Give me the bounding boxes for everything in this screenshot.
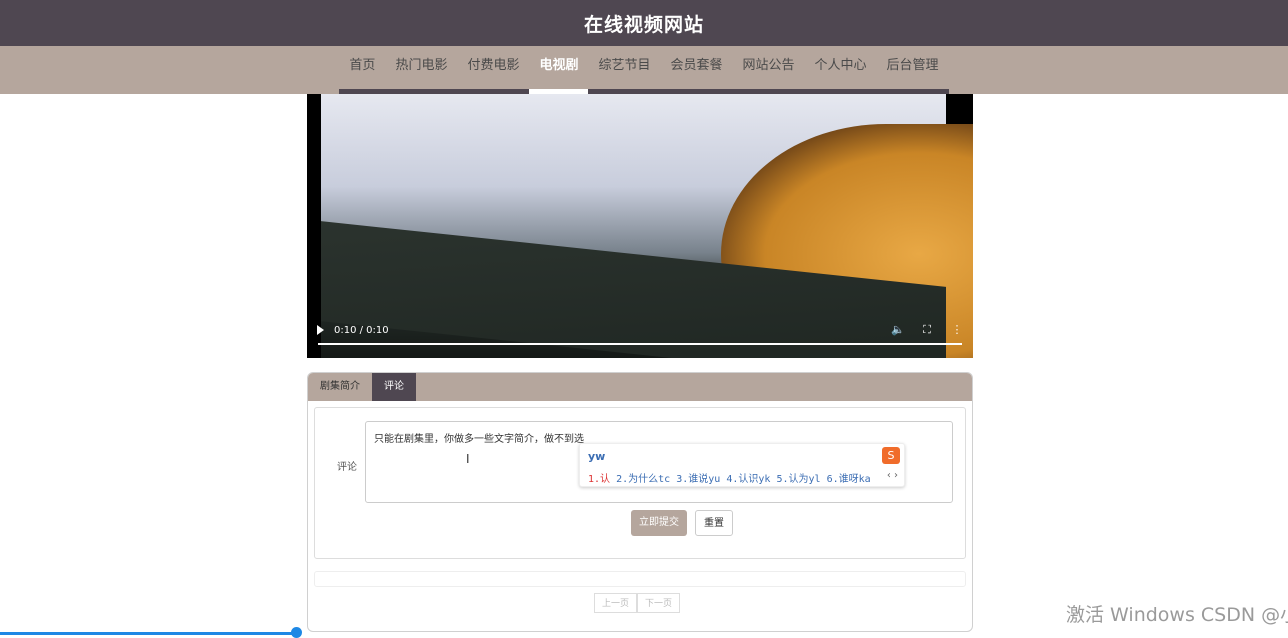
mute-icon[interactable]: 🔈 xyxy=(891,324,905,336)
nav-item-tv-series[interactable]: 电视剧 xyxy=(529,46,589,94)
ime-candidate[interactable]: 2.为什么tc xyxy=(616,474,670,485)
page-load-progress xyxy=(0,632,297,635)
comment-label: 评论 xyxy=(337,462,357,473)
ime-logo-icon: S xyxy=(882,447,900,464)
ime-page-arrows-icon[interactable]: ‹ › xyxy=(887,470,898,481)
video-player[interactable]: 0:10 / 0:10 🔈 ⛶ ⋮ xyxy=(307,94,973,358)
comment-list xyxy=(314,571,966,587)
ime-candidate[interactable]: 5.认为yl xyxy=(776,474,820,485)
nav-item-announcements[interactable]: 网站公告 xyxy=(732,46,805,94)
reset-button[interactable]: 重置 xyxy=(695,510,733,536)
site-title: 在线视频网站 xyxy=(583,13,704,36)
nav-item-hot-movies[interactable]: 热门电影 xyxy=(385,46,458,94)
nav-item-admin[interactable]: 后台管理 xyxy=(876,46,949,94)
play-icon[interactable] xyxy=(317,325,324,335)
next-page-button[interactable]: 下一页 xyxy=(637,593,681,613)
comment-form: 评论 只能在剧集里，你做多一些文字简介，做不到选 yw S 1.认 2.为什么t… xyxy=(314,407,966,559)
progress-dot-icon xyxy=(291,627,302,638)
pagination: 上一页 下一页 xyxy=(594,593,681,613)
ime-candidate[interactable]: 6.谁呀ka xyxy=(827,474,871,485)
nav-item-home[interactable]: 首页 xyxy=(339,46,386,94)
ime-candidate[interactable]: 1.认 xyxy=(588,474,610,485)
fullscreen-icon[interactable]: ⛶ xyxy=(921,324,933,336)
site-header: 在线视频网站 xyxy=(0,0,1288,46)
comment-actions: 立即提交 重置 xyxy=(631,510,733,536)
detail-tabs: 剧集简介 评论 xyxy=(308,373,972,401)
more-options-icon[interactable]: ⋮ xyxy=(951,324,963,336)
ime-candidate-popup: yw S 1.认 2.为什么tc 3.谁说yu 4.认识yk 5.认为yl 6.… xyxy=(579,443,905,487)
ime-candidate[interactable]: 4.认识yk xyxy=(726,474,770,485)
tab-synopsis[interactable]: 剧集简介 xyxy=(308,373,372,401)
video-progress-bar[interactable] xyxy=(318,343,962,345)
ime-candidate[interactable]: 3.谁说yu xyxy=(676,474,720,485)
watermark: 激活 Windows CSDN @小奔2 xyxy=(1066,604,1288,626)
nav-item-variety[interactable]: 综艺节目 xyxy=(588,46,661,94)
video-controls: 0:10 / 0:10 🔈 ⛶ ⋮ xyxy=(317,316,963,344)
tab-comments[interactable]: 评论 xyxy=(372,373,416,401)
video-time: 0:10 / 0:10 xyxy=(334,324,389,336)
main-nav: 首页 热门电影 付费电影 电视剧 综艺节目 会员套餐 网站公告 个人中心 后台管… xyxy=(0,46,1288,94)
text-cursor-icon: I xyxy=(466,452,470,466)
ime-input-text: yw xyxy=(588,450,606,463)
detail-panel: 剧集简介 评论 评论 只能在剧集里，你做多一些文字简介，做不到选 yw S 1.… xyxy=(307,372,973,632)
submit-button[interactable]: 立即提交 xyxy=(631,510,687,536)
ime-candidate-list: 1.认 2.为什么tc 3.谁说yu 4.认识yk 5.认为yl 6.谁呀ka xyxy=(588,470,871,485)
nav-item-paid-movies[interactable]: 付费电影 xyxy=(457,46,530,94)
prev-page-button[interactable]: 上一页 xyxy=(594,593,638,613)
nav-item-profile[interactable]: 个人中心 xyxy=(804,46,877,94)
nav-item-membership[interactable]: 会员套餐 xyxy=(660,46,733,94)
